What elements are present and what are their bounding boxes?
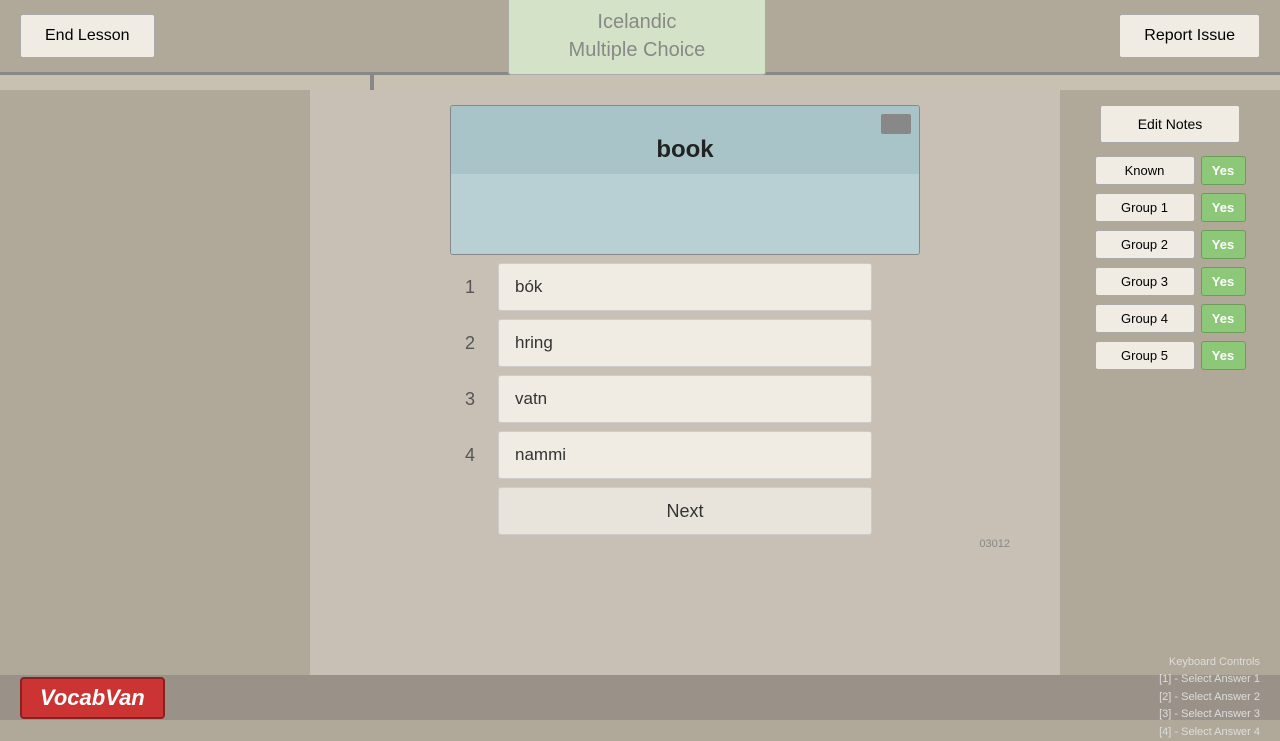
answer-row-1: 1 bók: [450, 263, 920, 311]
answer-button-4[interactable]: nammi: [498, 431, 872, 479]
title-line1: Icelandic: [597, 11, 676, 33]
word-card-header: book: [451, 106, 919, 174]
group5-label-button[interactable]: Group 5: [1095, 341, 1195, 370]
group5-row: Group 5 Yes: [1070, 341, 1270, 370]
vocabvan-text: VocabVan: [40, 685, 145, 710]
main-layout: book 1 bók 2 hring 3 vatn 4 nammi: [0, 90, 1280, 675]
end-lesson-button[interactable]: End Lesson: [20, 14, 155, 58]
group1-yes-button[interactable]: Yes: [1201, 193, 1246, 222]
known-yes-button[interactable]: Yes: [1201, 156, 1246, 185]
keyboard-line-2: [2] - Select Answer 2: [1159, 689, 1260, 707]
answer-button-1[interactable]: bók: [498, 263, 872, 311]
answer-side-1: [880, 263, 920, 311]
progress-indicator: [370, 75, 374, 90]
answer-row-2: 2 hring: [450, 319, 920, 367]
answer-number-1: 1: [450, 263, 490, 311]
report-issue-button[interactable]: Report Issue: [1119, 14, 1260, 58]
bottom-bar: VocabVan Keyboard Controls [1] - Select …: [0, 675, 1280, 720]
group1-row: Group 1 Yes: [1070, 193, 1270, 222]
next-row: Next: [450, 487, 920, 535]
group2-yes-button[interactable]: Yes: [1201, 230, 1246, 259]
title-box: Icelandic Multiple Choice: [508, 0, 767, 75]
group2-label-button[interactable]: Group 2: [1095, 230, 1195, 259]
group5-yes-button[interactable]: Yes: [1201, 341, 1246, 370]
right-sidebar: Edit Notes Known Yes Group 1 Yes Group 2…: [1060, 90, 1280, 675]
answer-row-3: 3 vatn: [450, 375, 920, 423]
next-side-left: [450, 487, 490, 535]
answer-side-3: [880, 375, 920, 423]
keyboard-line-4: [4] - Select Answer 4: [1159, 724, 1260, 741]
vocabvan-logo: VocabVan: [20, 677, 165, 719]
left-sidebar: [0, 90, 310, 675]
answer-number-2: 2: [450, 319, 490, 367]
item-id: 03012: [979, 538, 1010, 550]
known-row: Known Yes: [1070, 156, 1270, 185]
progress-bar-area: [0, 75, 1280, 90]
group3-row: Group 3 Yes: [1070, 267, 1270, 296]
group4-label-button[interactable]: Group 4: [1095, 304, 1195, 333]
title-text: Icelandic Multiple Choice: [569, 8, 706, 64]
top-bar: End Lesson Icelandic Multiple Choice Rep…: [0, 0, 1280, 75]
keyboard-controls: Keyboard Controls [1] - Select Answer 1 …: [1159, 654, 1260, 741]
title-line2: Multiple Choice: [569, 39, 706, 61]
next-button[interactable]: Next: [498, 487, 872, 535]
center-content: book 1 bók 2 hring 3 vatn 4 nammi: [310, 90, 1060, 675]
word-card: book: [450, 105, 920, 255]
word-card-body: [451, 174, 919, 254]
group4-yes-button[interactable]: Yes: [1201, 304, 1246, 333]
group1-label-button[interactable]: Group 1: [1095, 193, 1195, 222]
group3-label-button[interactable]: Group 3: [1095, 267, 1195, 296]
keyboard-line-1: [1] - Select Answer 1: [1159, 671, 1260, 689]
answer-number-4: 4: [450, 431, 490, 479]
word-card-word: book: [656, 136, 713, 163]
keyboard-controls-title: Keyboard Controls: [1159, 654, 1260, 672]
word-card-toggle-button[interactable]: [881, 114, 911, 134]
group4-row: Group 4 Yes: [1070, 304, 1270, 333]
group3-yes-button[interactable]: Yes: [1201, 267, 1246, 296]
answer-button-2[interactable]: hring: [498, 319, 872, 367]
answer-side-4: [880, 431, 920, 479]
known-label-button[interactable]: Known: [1095, 156, 1195, 185]
answer-side-2: [880, 319, 920, 367]
answer-button-3[interactable]: vatn: [498, 375, 872, 423]
group2-row: Group 2 Yes: [1070, 230, 1270, 259]
answer-row-4: 4 nammi: [450, 431, 920, 479]
keyboard-line-3: [3] - Select Answer 3: [1159, 706, 1260, 724]
next-side-right: [880, 487, 920, 535]
edit-notes-button[interactable]: Edit Notes: [1100, 105, 1240, 143]
answer-number-3: 3: [450, 375, 490, 423]
